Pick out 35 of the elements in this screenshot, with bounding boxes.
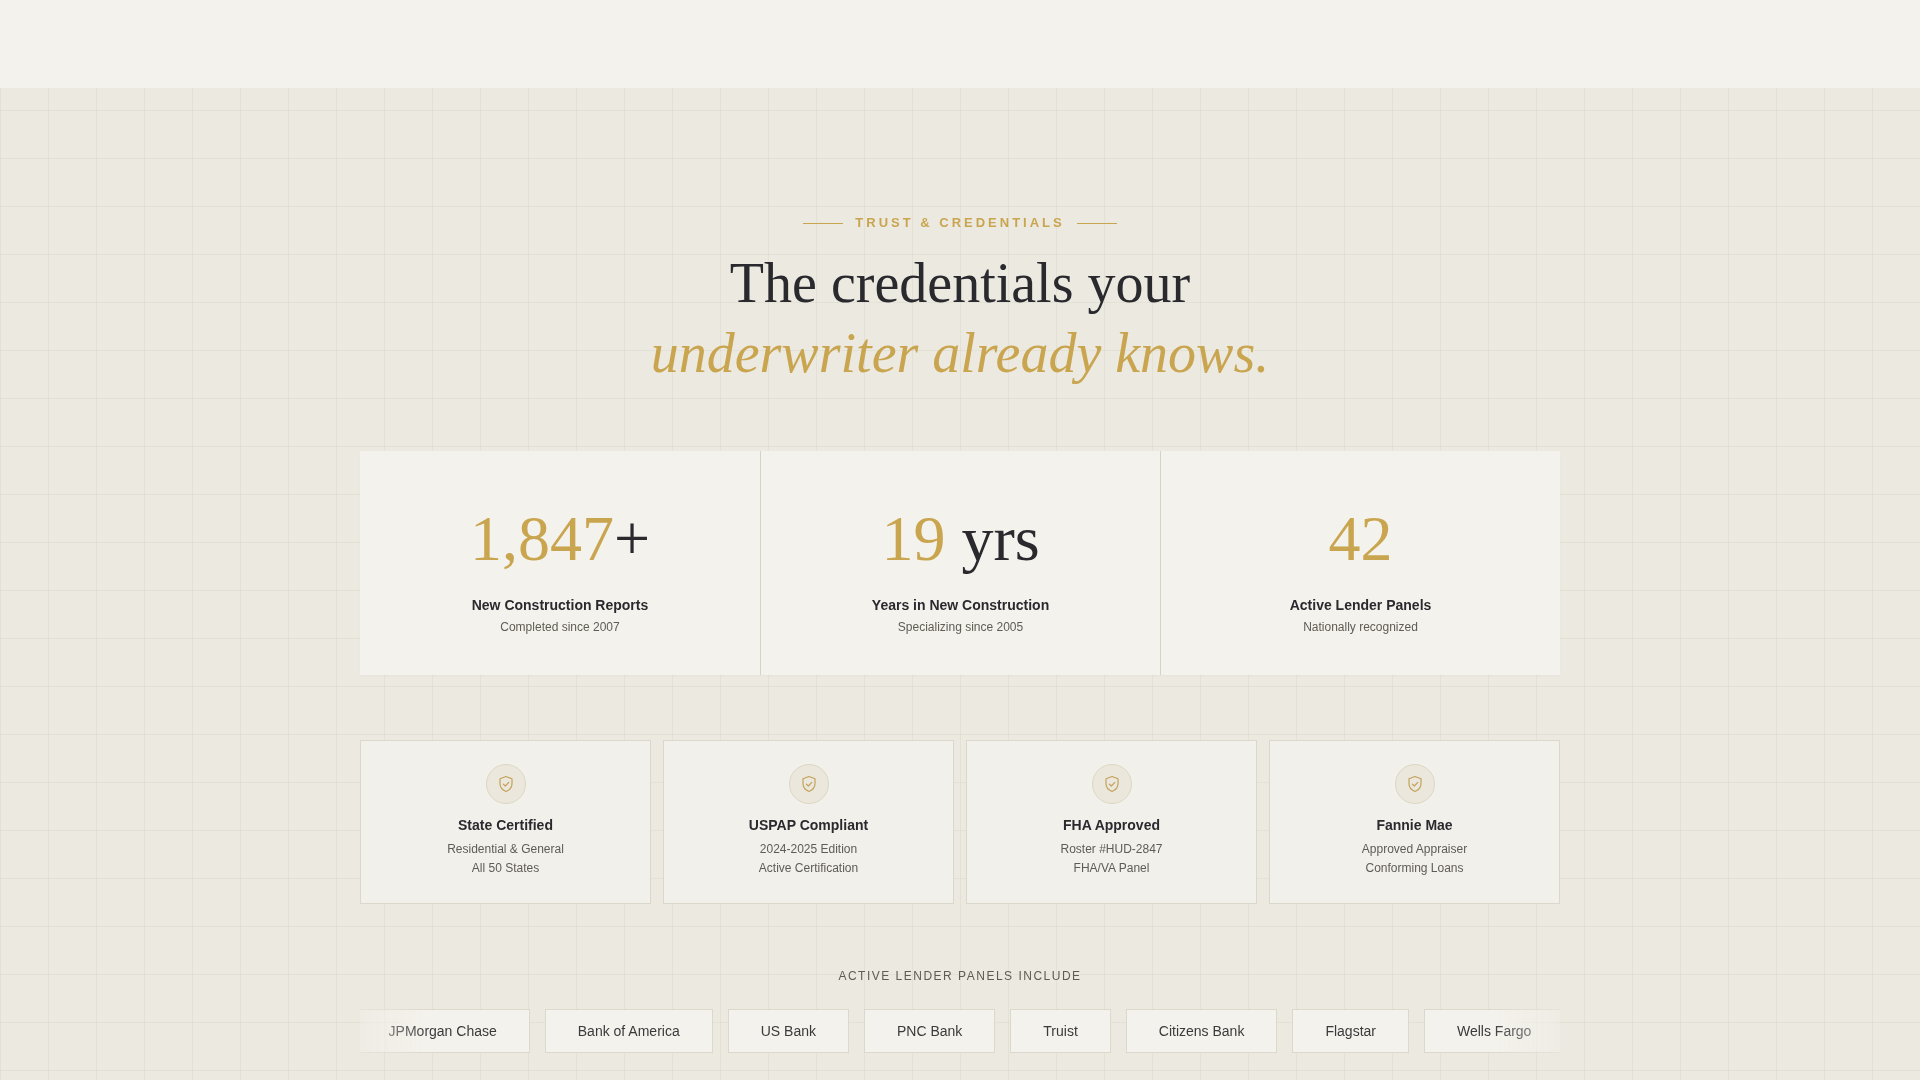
credential-title: FHA Approved bbox=[1063, 816, 1160, 835]
lender-chip: Bank of America bbox=[544, 1009, 713, 1053]
lenders-heading: ACTIVE LENDER PANELS INCLUDE bbox=[838, 968, 1082, 984]
stat-label: Active Lender Panels bbox=[1289, 596, 1432, 615]
section-heading-accent: underwriter already knows. bbox=[650, 321, 1270, 386]
section-heading: The credentials your bbox=[729, 251, 1191, 316]
lender-chip: PNC Bank bbox=[863, 1009, 996, 1053]
shield-check-icon bbox=[1091, 764, 1132, 804]
stat-label: Years in New Construction bbox=[871, 596, 1050, 615]
lender-chip: US Bank bbox=[727, 1009, 849, 1053]
stat-label: New Construction Reports bbox=[471, 596, 649, 615]
stat-note: Specializing since 2005 bbox=[897, 619, 1024, 636]
credential-detail: FHA/VA Panel bbox=[1073, 860, 1150, 877]
shield-check-icon bbox=[788, 764, 829, 804]
credential-detail: 2024-2025 Edition bbox=[759, 841, 858, 858]
credential-detail: Conforming Loans bbox=[1365, 860, 1464, 877]
stat-number: 1,847+ bbox=[469, 503, 651, 575]
credential-detail: Active Certification bbox=[758, 860, 859, 877]
credential-detail: Roster #HUD-2847 bbox=[1060, 841, 1163, 858]
credential-title: State Certified bbox=[458, 816, 553, 835]
credential-title: Fannie Mae bbox=[1376, 816, 1453, 835]
lender-chip: Flagstar bbox=[1292, 1009, 1409, 1053]
credential-detail: Approved Appraiser bbox=[1361, 841, 1468, 858]
stat-note: Completed since 2007 bbox=[500, 619, 620, 636]
stat-number: 42 bbox=[1328, 503, 1393, 575]
stat-note: Nationally recognized bbox=[1303, 619, 1418, 636]
stat-number: 19 yrs bbox=[881, 503, 1040, 575]
shield-check-icon bbox=[485, 764, 526, 804]
shield-check-icon bbox=[1394, 764, 1435, 804]
credential-detail: All 50 States bbox=[471, 860, 540, 877]
section-eyebrow: TRUST & CREDENTIALS bbox=[855, 215, 1065, 231]
credential-detail: Residential & General bbox=[447, 841, 564, 858]
credential-title: USPAP Compliant bbox=[748, 816, 869, 835]
lender-chip: Truist bbox=[1010, 1009, 1111, 1053]
lender-chip: Citizens Bank bbox=[1125, 1009, 1278, 1053]
